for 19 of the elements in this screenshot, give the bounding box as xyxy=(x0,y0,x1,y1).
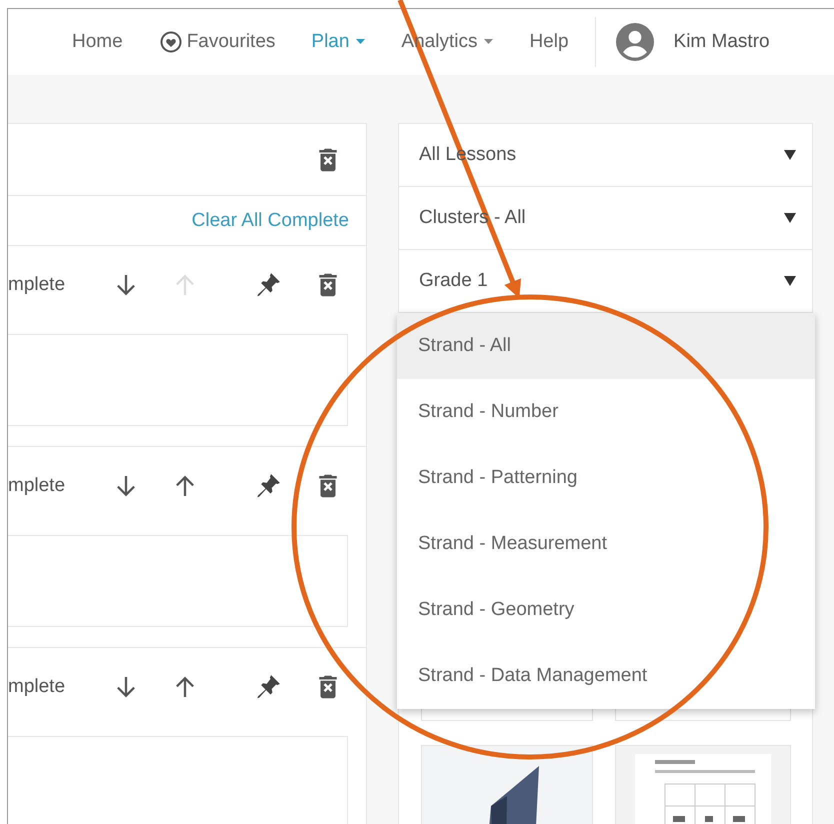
status-text: mplete xyxy=(8,274,66,296)
nav-link[interactable]: Favourites xyxy=(158,27,276,57)
menu-option[interactable]: Strand - Number xyxy=(397,379,815,445)
menu-option[interactable]: Strand - All xyxy=(397,313,815,379)
dropdown-arrow-icon xyxy=(784,150,796,160)
menu-option[interactable]: Strand - Measurement xyxy=(397,511,815,577)
status-text: mplete xyxy=(8,475,66,497)
menu-option[interactable]: Strand - Patterning xyxy=(397,445,815,511)
status-text: mplete xyxy=(8,676,66,698)
dropdown-arrow-icon xyxy=(784,213,796,223)
nav-link[interactable]: Plan xyxy=(311,31,366,53)
menu-option[interactable]: Strand - Data Management xyxy=(397,643,815,709)
dropdown-arrow-icon xyxy=(784,276,796,286)
avatar-icon[interactable] xyxy=(616,23,654,61)
menu-option[interactable]: Strand - Geometry xyxy=(397,577,815,643)
user-name[interactable]: Kim Mastro xyxy=(674,31,770,53)
nav-link[interactable]: Home xyxy=(72,31,123,53)
clear-all-link[interactable]: Clear All Complete xyxy=(192,210,349,232)
nav-link[interactable]: Help xyxy=(529,31,569,53)
